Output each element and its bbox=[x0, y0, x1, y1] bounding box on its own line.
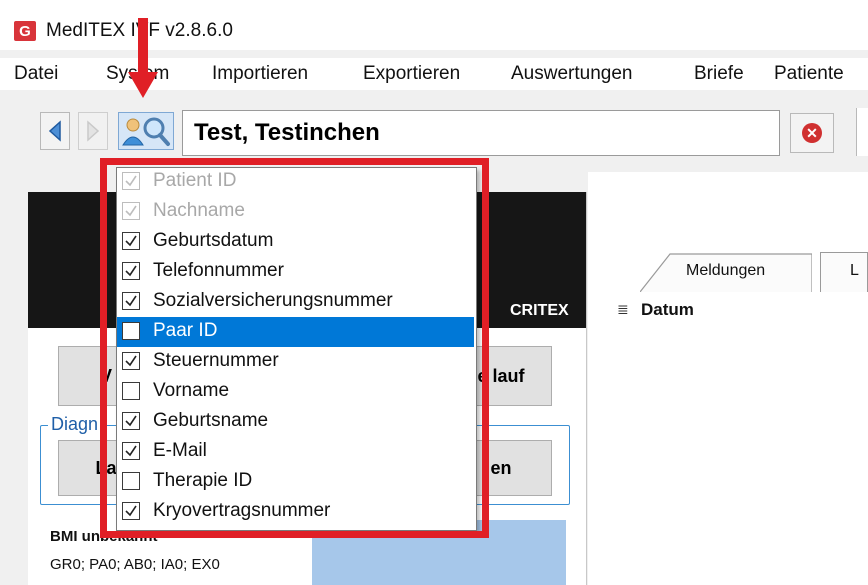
menu-exportieren[interactable]: Exportieren bbox=[363, 63, 460, 85]
tab-second[interactable] bbox=[820, 252, 868, 292]
obstetric-counts: GR0; PA0; AB0; IA0; EX0 bbox=[50, 556, 220, 573]
patient-search-icon bbox=[122, 117, 170, 146]
patient-search-button[interactable] bbox=[118, 112, 174, 150]
column-header-datum[interactable]: Datum bbox=[641, 300, 694, 320]
patient-name-field[interactable]: Test, Testinchen bbox=[182, 110, 780, 156]
menu-patienten[interactable]: Patiente bbox=[774, 63, 844, 85]
arrow-left-icon bbox=[48, 120, 61, 142]
banner-text: CRITEX bbox=[510, 302, 569, 319]
menu-briefe[interactable]: Briefe bbox=[694, 63, 744, 85]
toolbar-edge-button[interactable] bbox=[856, 108, 868, 156]
menu-importieren[interactable]: Importieren bbox=[212, 63, 308, 85]
diagnosis-group-label: Diagn bbox=[48, 414, 102, 435]
menu-datei[interactable]: Datei bbox=[14, 63, 58, 85]
app-logo-icon: G bbox=[14, 21, 36, 41]
tab-meldungen-label: Meldungen bbox=[686, 262, 766, 279]
annotation-arrow-icon bbox=[128, 18, 158, 98]
forward-button[interactable] bbox=[78, 112, 108, 150]
messages-area bbox=[588, 172, 868, 585]
annotation-highlight-box bbox=[100, 158, 489, 538]
tab-second-label: L bbox=[850, 262, 859, 279]
close-icon: ✕ bbox=[802, 123, 822, 143]
panel-button-label: en bbox=[490, 457, 512, 478]
menu-auswertungen[interactable]: Auswertungen bbox=[511, 63, 632, 85]
column-menu-icon[interactable]: ≣ bbox=[617, 301, 629, 318]
arrow-right-icon bbox=[87, 120, 100, 142]
back-button[interactable] bbox=[40, 112, 70, 150]
clear-patient-button[interactable]: ✕ bbox=[790, 113, 834, 153]
